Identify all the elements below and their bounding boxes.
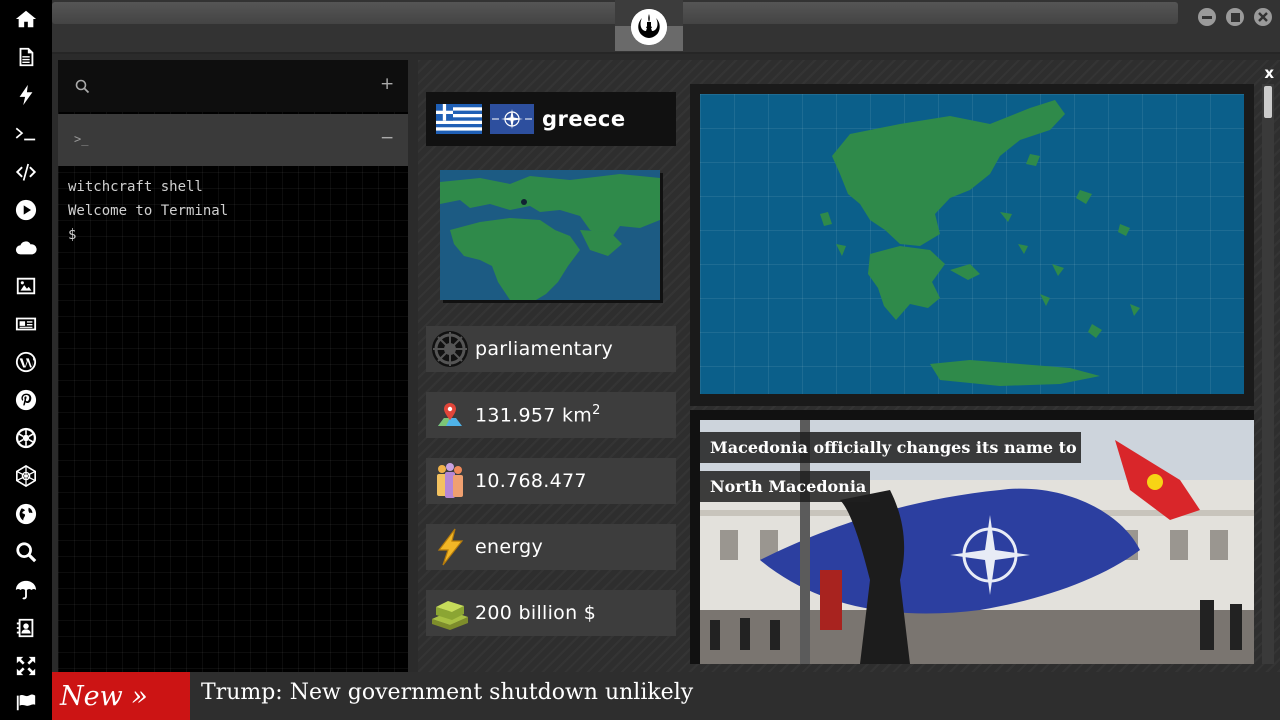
wordpress-icon[interactable] — [12, 348, 40, 376]
code-icon[interactable] — [12, 158, 40, 186]
country-name: greece — [542, 107, 626, 131]
population-value: 10.768.477 — [475, 470, 587, 492]
news-headline-text: Macedonia officially changes its name to… — [700, 432, 1081, 502]
energy-icon — [429, 526, 471, 568]
search-icon[interactable] — [12, 538, 40, 566]
country-area: 131.957 km2 — [426, 392, 676, 438]
country-population: 10.768.477 — [426, 458, 676, 504]
ticker-headline[interactable]: Trump: New government shutdown unlikely — [201, 680, 693, 705]
document-icon[interactable] — [12, 43, 40, 71]
terminal-icon[interactable] — [12, 120, 40, 148]
newspaper-icon[interactable] — [12, 310, 40, 338]
collapse-session-button[interactable]: − — [380, 128, 394, 148]
population-icon — [429, 460, 471, 502]
terminal-prompt-icon: >_ — [74, 132, 89, 146]
area-exponent: 2 — [592, 403, 601, 419]
imperial-emblem-icon — [429, 328, 471, 370]
terminal-panel: + >_ − witchcraft shell Welcome to Termi… — [58, 60, 408, 672]
news-ticker: New » Trump: New government shutdown unl… — [52, 672, 1280, 720]
area-value: 131.957 km — [475, 404, 593, 427]
minimize-icon[interactable] — [1198, 8, 1216, 26]
maximize-icon[interactable] — [1226, 8, 1244, 26]
scrollbar-thumb[interactable] — [1264, 86, 1272, 118]
government-type: parliamentary — [426, 326, 676, 372]
scrollbar[interactable] — [1262, 84, 1274, 664]
close-panel-button[interactable]: x — [1264, 64, 1274, 82]
window-titlebar — [52, 0, 1280, 54]
cloud-icon[interactable] — [12, 234, 40, 262]
government-label: parliamentary — [475, 338, 614, 360]
terminal-session-tab[interactable]: >_ − — [58, 114, 408, 166]
area-text: 131.957 km2 — [475, 403, 601, 426]
news-headline[interactable]: Macedonia officially changes its name to… — [700, 428, 1090, 506]
money-stack-icon — [429, 592, 471, 634]
contact-icon[interactable] — [12, 614, 40, 642]
country-header: greece — [426, 92, 676, 146]
app-sidebar — [0, 0, 52, 720]
news-card[interactable]: Macedonia officially changes its name to… — [690, 410, 1254, 664]
sector-label: energy — [475, 536, 544, 558]
search-icon[interactable] — [75, 79, 90, 98]
terminal-line: Welcome to Terminal — [68, 203, 229, 219]
network-icon[interactable] — [12, 462, 40, 490]
nato-flag-icon — [490, 104, 534, 134]
globe-icon[interactable] — [12, 500, 40, 528]
ticker-badge: New » — [52, 672, 190, 720]
rebel-alliance-icon — [631, 9, 667, 45]
country-map[interactable] — [700, 94, 1244, 394]
country-sector: energy — [426, 524, 676, 570]
gdp-value: 200 billion $ — [475, 602, 597, 624]
country-map-frame — [690, 84, 1254, 406]
lightning-icon[interactable] — [12, 81, 40, 109]
close-icon[interactable] — [1254, 8, 1272, 26]
terminal-search-bar[interactable]: + — [58, 60, 408, 112]
add-session-button[interactable]: + — [380, 74, 394, 94]
logo-tab[interactable] — [615, 0, 683, 51]
terminal-line: witchcraft shell — [68, 179, 203, 195]
country-gdp: 200 billion $ — [426, 590, 676, 636]
image-icon[interactable] — [12, 272, 40, 300]
world-location-map[interactable] — [440, 170, 660, 300]
flag-icon[interactable] — [12, 688, 40, 716]
expand-icon[interactable] — [12, 652, 40, 680]
umbrella-icon[interactable] — [12, 576, 40, 604]
terminal-prompt[interactable]: $ — [68, 227, 76, 243]
map-pin-icon — [429, 394, 471, 436]
aperture-icon[interactable] — [12, 424, 40, 452]
home-icon[interactable] — [12, 5, 40, 33]
play-icon[interactable] — [12, 196, 40, 224]
pinterest-icon[interactable] — [12, 386, 40, 414]
greece-flag-icon — [436, 104, 482, 134]
